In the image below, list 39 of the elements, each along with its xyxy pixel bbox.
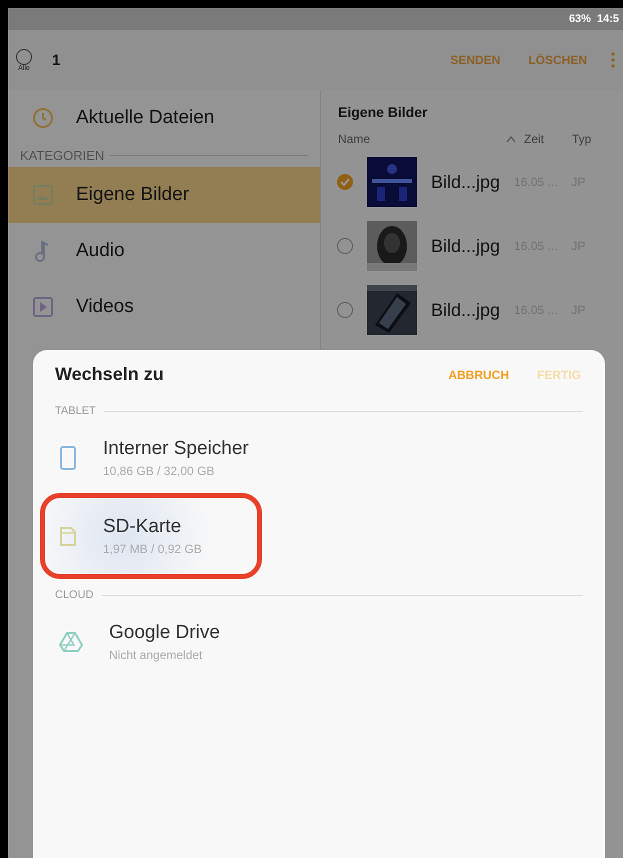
clock-icon	[32, 107, 54, 129]
row-checkbox[interactable]	[337, 302, 353, 318]
file-name: Bild...jpg	[431, 172, 500, 192]
column-header[interactable]: Typ	[572, 132, 592, 146]
drive-icon	[59, 631, 83, 653]
sidebar-item[interactable]: Audio	[8, 223, 320, 279]
battery-level: 63%	[568, 13, 591, 25]
row-checkbox[interactable]	[337, 174, 353, 190]
file-name: Bild...jpg	[431, 236, 500, 256]
storage-item[interactable]: Google Drive Nicht angemeldet	[33, 603, 605, 681]
file-name: Bild...jpg	[431, 300, 500, 320]
column-header[interactable]: Zeit	[524, 132, 544, 146]
image-icon	[32, 184, 54, 206]
storage-name: Google Drive	[109, 622, 220, 644]
checkmark-icon	[340, 178, 350, 186]
storage-detail: 1,97 MB / 0,92 GB	[103, 542, 202, 556]
sd-card-icon	[59, 525, 77, 547]
sidebar-item[interactable]: Aktuelle Dateien	[8, 90, 320, 146]
storage-name: Interner Speicher	[103, 438, 249, 460]
sidebar-item[interactable]: Videos	[8, 279, 320, 335]
tablet-icon	[59, 446, 77, 470]
row-checkbox[interactable]	[337, 238, 353, 254]
storage-name: SD-Karte	[103, 516, 182, 538]
select-all-checkbox[interactable]	[16, 48, 32, 64]
storage-detail: 10,86 GB / 32,00 GB	[103, 464, 216, 478]
clock: 14:5	[596, 13, 619, 25]
storage-detail: Nicht angemeldet	[109, 648, 204, 662]
column-header[interactable]: Name	[338, 132, 498, 146]
section-header: CLOUD	[55, 589, 94, 601]
section-header: TABLET	[55, 405, 96, 417]
video-icon	[32, 296, 54, 318]
sidebar-item[interactable]: Eigene Bilder	[8, 167, 320, 223]
section-header: KATEGORIEN	[20, 148, 104, 163]
selected-count: 1	[52, 52, 60, 68]
list-title: Eigene Bilder	[337, 103, 428, 122]
sort-icon[interactable]	[506, 135, 516, 143]
storage-item[interactable]: Interner Speicher 10,86 GB / 32,00 GB	[33, 419, 605, 497]
dialog-title: Wechseln zu	[55, 364, 165, 385]
more-icon[interactable]	[611, 52, 615, 68]
